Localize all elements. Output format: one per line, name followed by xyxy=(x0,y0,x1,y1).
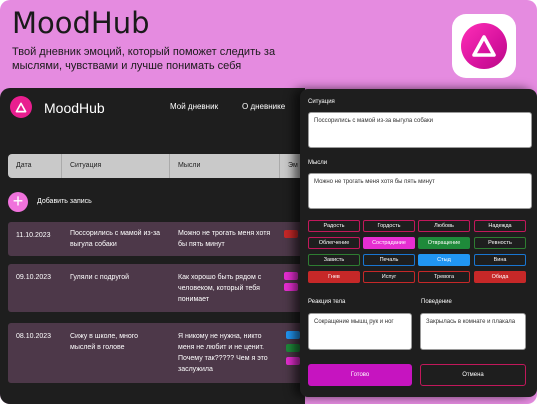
emotion-tag xyxy=(286,331,300,339)
nav-about-diary[interactable]: О дневнике xyxy=(242,102,285,111)
emotion-tag xyxy=(286,344,300,352)
promo-description: Твой дневник эмоций, который поможет сле… xyxy=(12,46,276,72)
emotion-anxiety[interactable]: Тревога xyxy=(418,271,470,283)
entry-situation: Сижу в школе, много мыслей в голове xyxy=(70,333,139,351)
triangle-logo-icon xyxy=(461,23,507,69)
column-header-situation: Ситуация xyxy=(62,154,170,178)
plus-icon[interactable]: + xyxy=(8,192,28,212)
emotion-compassion[interactable]: Сострадание xyxy=(363,237,415,249)
new-entry-modal: Ситуация Поссорились с мамой из-за выгул… xyxy=(300,89,537,397)
column-header-thoughts: Мысли xyxy=(170,154,280,178)
nav-my-diary[interactable]: Мой дневник xyxy=(170,102,218,111)
emotion-hope[interactable]: Надежда xyxy=(474,220,526,232)
emotion-joy[interactable]: Радость xyxy=(308,220,360,232)
thoughts-label: Мысли xyxy=(308,160,328,166)
emotion-tag xyxy=(284,272,298,280)
emotion-relief[interactable]: Облегчение xyxy=(308,237,360,249)
entry-thought: Можно не трогать меня хотя бы пять минут xyxy=(178,230,271,248)
emotion-tag xyxy=(284,283,298,291)
entry-date: 08.10.2023 xyxy=(16,333,52,340)
column-header-date: Дата xyxy=(8,154,62,178)
situation-field[interactable]: Поссорились с мамой из-за выгула собаки xyxy=(308,112,532,148)
emotion-envy[interactable]: Зависть xyxy=(308,254,360,266)
emotion-tag xyxy=(286,357,300,365)
thoughts-field[interactable]: Можно не трогать меня хотя бы пять минут xyxy=(308,173,532,209)
table-row[interactable]: 09.10.2023 Гуляли с подругой Как хорошо … xyxy=(8,264,305,312)
behavior-field[interactable]: Закрылась в комнате и плакала xyxy=(420,313,526,350)
table-row[interactable]: 11.10.2023 Поссорились с мамой из-за выг… xyxy=(8,222,305,256)
emotion-anger[interactable]: Гнев xyxy=(308,271,360,283)
app-header: MoodHub Мой дневник О дневнике xyxy=(0,88,305,128)
app-logo-large xyxy=(452,14,516,78)
entry-date: 11.10.2023 xyxy=(16,232,51,239)
entry-thought: Я никому не нужна, никто меня не любит и… xyxy=(178,333,268,373)
cancel-button[interactable]: Отмена xyxy=(420,364,526,386)
entry-situation: Поссорились с мамой из-за выгула собаки xyxy=(70,230,161,248)
entry-thought: Как хорошо быть рядом с человеком, котор… xyxy=(178,274,262,303)
situation-label: Ситуация xyxy=(308,99,335,105)
emotion-shame[interactable]: Стыд xyxy=(418,254,470,266)
triangle-logo-icon[interactable] xyxy=(10,96,32,118)
emotion-sadness[interactable]: Печаль xyxy=(363,254,415,266)
app-window: MoodHub Мой дневник О дневнике Дата Ситу… xyxy=(0,88,305,404)
behavior-label: Поведение xyxy=(421,299,452,305)
add-entry-label: Добавить запись xyxy=(37,198,92,205)
emotion-pride[interactable]: Гордость xyxy=(363,220,415,232)
emotion-resentment[interactable]: Обида xyxy=(474,271,526,283)
done-button[interactable]: Готово xyxy=(308,364,412,386)
emotion-tag xyxy=(284,230,298,238)
body-reaction-label: Реакция тела xyxy=(308,299,346,305)
table-header: Дата Ситуация Мысли Эм xyxy=(8,154,305,178)
entry-situation: Гуляли с подругой xyxy=(70,274,130,281)
promo-title: MoodHub xyxy=(12,6,150,40)
emotion-guilt[interactable]: Вина xyxy=(474,254,526,266)
emotion-love[interactable]: Любовь xyxy=(418,220,470,232)
emotion-fright[interactable]: Испуг xyxy=(363,271,415,283)
emotion-jealousy[interactable]: Ревность xyxy=(474,237,526,249)
body-reaction-field[interactable]: Сокращение мышц рук и ног xyxy=(308,313,412,350)
app-name: MoodHub xyxy=(44,100,105,116)
entry-date: 09.10.2023 xyxy=(16,274,52,281)
emotion-disgust[interactable]: Отвращение xyxy=(418,237,470,249)
table-row[interactable]: 08.10.2023 Сижу в школе, много мыслей в … xyxy=(8,323,305,383)
